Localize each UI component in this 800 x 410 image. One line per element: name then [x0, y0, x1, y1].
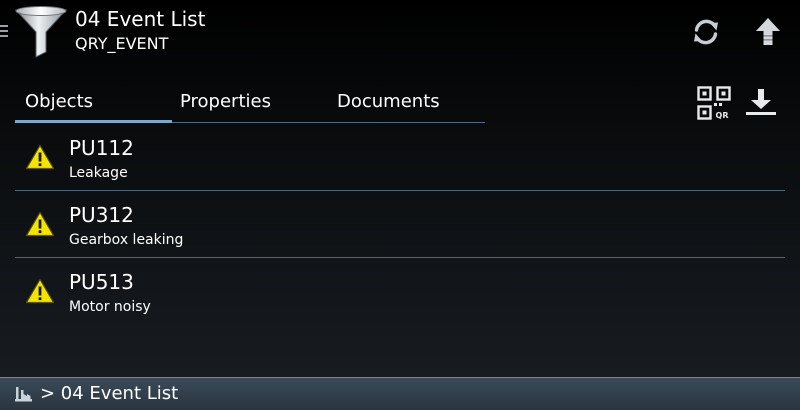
page-title: 04 Event List — [75, 7, 206, 31]
qr-code-icon[interactable]: QR — [697, 86, 731, 120]
tab-documents[interactable]: Documents — [337, 84, 440, 122]
item-subtitle: Motor noisy — [69, 299, 151, 315]
tab-properties[interactable]: Properties — [180, 84, 271, 122]
warning-icon — [25, 144, 55, 170]
action-bar: 04 Event List QRY_EVENT — [0, 0, 800, 66]
breadcrumb-text: > 04 Event List — [40, 383, 179, 404]
item-title: PU513 — [69, 270, 134, 294]
item-title: PU112 — [69, 136, 134, 160]
filter-icon[interactable] — [13, 4, 69, 58]
refresh-icon[interactable] — [688, 14, 724, 50]
list-item[interactable]: PU312 Gearbox leaking — [15, 191, 785, 258]
plant-icon — [15, 387, 32, 402]
tab-selected-indicator — [15, 120, 172, 123]
title-block: 04 Event List QRY_EVENT — [75, 6, 205, 55]
item-title: PU312 — [69, 203, 134, 227]
item-subtitle: Gearbox leaking — [69, 232, 184, 248]
menu-icon[interactable] — [0, 25, 8, 37]
item-subtitle: Leakage — [69, 165, 128, 181]
warning-icon — [25, 211, 55, 237]
tab-objects[interactable]: Objects — [25, 84, 93, 122]
list-item[interactable]: PU513 Motor noisy — [15, 258, 785, 325]
qr-glyph-label: QR — [716, 111, 729, 120]
breadcrumb[interactable]: > 04 Event List — [0, 377, 800, 410]
download-icon[interactable] — [744, 87, 778, 117]
warning-icon — [25, 278, 55, 304]
list-item[interactable]: PU112 Leakage — [15, 124, 785, 191]
tab-bar: Objects Properties Documents — [15, 84, 485, 124]
page-subtitle: QRY_EVENT — [75, 34, 169, 53]
upload-icon[interactable] — [750, 14, 786, 50]
object-list: PU112 Leakage PU312 Gearbox leaking PU51… — [15, 124, 785, 325]
